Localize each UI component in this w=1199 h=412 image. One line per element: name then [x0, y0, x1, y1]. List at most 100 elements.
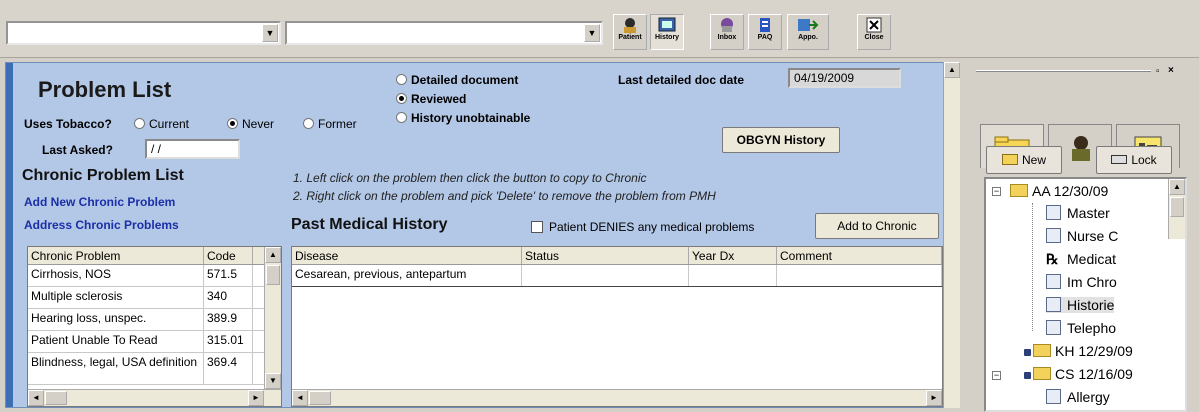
table-row[interactable]: Cirrhosis, NOS 571.5: [28, 265, 281, 287]
appointments-button-label: Appo.: [798, 34, 818, 41]
add-chronic-problem-link[interactable]: Add New Chronic Problem: [24, 195, 175, 209]
column-header-year-dx[interactable]: Year Dx: [689, 247, 777, 264]
scroll-left-icon[interactable]: ◄: [28, 390, 44, 406]
main-vertical-scrollbar[interactable]: ▲: [943, 62, 960, 408]
panel-edge: [6, 63, 13, 407]
comment-cell: [777, 265, 942, 286]
patient-button-label: Patient: [618, 34, 642, 41]
column-header-comment[interactable]: Comment: [777, 247, 942, 264]
past-medical-history-grid: Disease Status Year Dx Comment Cesarean,…: [291, 246, 943, 407]
tree-node-cs[interactable]: CS 12/16/09: [1024, 366, 1133, 382]
chevron-down-icon[interactable]: ▼: [584, 24, 600, 42]
tobacco-current-radio[interactable]: Current: [134, 117, 189, 131]
reviewed-radio[interactable]: Reviewed: [396, 92, 466, 106]
obgyn-history-button[interactable]: OBGYN History: [722, 127, 840, 153]
radio-icon: [303, 118, 314, 129]
detailed-document-label: Detailed document: [411, 73, 519, 87]
scroll-right-icon[interactable]: ►: [248, 390, 264, 406]
last-asked-field[interactable]: / /: [145, 139, 240, 159]
address-chronic-problems-link[interactable]: Address Chronic Problems: [24, 218, 179, 232]
radio-icon: [396, 112, 407, 123]
pmh-horizontal-scrollbar[interactable]: ◄ ►: [292, 389, 942, 406]
tree-node-medications[interactable]: ℞ Medicat: [1046, 251, 1116, 268]
table-row[interactable]: Hearing loss, unspec. 389.9: [28, 309, 281, 331]
code-cell: 571.5: [204, 265, 253, 286]
tree-node-master[interactable]: Master: [1046, 205, 1110, 221]
reviewed-label: Reviewed: [411, 92, 467, 106]
tree-node-aa[interactable]: AA 12/30/09: [1010, 183, 1108, 199]
toolbar: ▼ ▼ Patient History Inbox PAQ Appo. Clos…: [0, 0, 1199, 58]
scroll-thumb[interactable]: [266, 265, 280, 285]
table-row[interactable]: Blindness, legal, USA definition 369.4: [28, 353, 281, 385]
restore-icon[interactable]: ▫: [1156, 66, 1160, 77]
close-button[interactable]: Close: [857, 14, 891, 50]
chronic-horizontal-scrollbar[interactable]: ◄ ►: [28, 389, 281, 406]
patient-button[interactable]: Patient: [613, 14, 647, 50]
denies-checkbox[interactable]: Patient DENIES any medical problems: [531, 220, 754, 234]
scroll-left-icon[interactable]: ◄: [292, 390, 308, 406]
checkbox-icon: [531, 221, 543, 233]
column-header-chronic-problem[interactable]: Chronic Problem: [28, 247, 204, 264]
tobacco-never-radio[interactable]: Never: [227, 117, 274, 131]
tree-node-kh[interactable]: KH 12/29/09: [1024, 343, 1133, 359]
folder-icon: [1010, 184, 1028, 197]
scroll-thumb[interactable]: [1170, 197, 1184, 217]
table-row[interactable]: Multiple sclerosis 340: [28, 287, 281, 309]
table-row[interactable]: Cesarean, previous, antepartum: [292, 265, 942, 287]
patient-combo[interactable]: ▼: [6, 21, 281, 45]
table-row[interactable]: Patient Unable To Read 315.01: [28, 331, 281, 353]
document-icon: [1046, 320, 1061, 335]
paq-button[interactable]: PAQ: [748, 14, 782, 50]
history-unobtainable-radio[interactable]: History unobtainable: [396, 111, 530, 125]
add-to-chronic-button[interactable]: Add to Chronic: [815, 213, 939, 239]
person-icon: [1072, 136, 1090, 161]
tree-node-allergy[interactable]: Allergy: [1046, 389, 1110, 405]
tobacco-current-label: Current: [149, 117, 190, 131]
chronic-vertical-scrollbar[interactable]: ▲ ▼: [264, 247, 281, 389]
folder-icon: [1033, 367, 1051, 380]
folder-icon: [1033, 344, 1051, 357]
tree-node-telephone[interactable]: Telepho: [1046, 320, 1116, 336]
inbox-button[interactable]: Inbox: [710, 14, 744, 50]
scroll-down-icon[interactable]: ▼: [265, 373, 281, 389]
column-header-disease[interactable]: Disease: [292, 247, 522, 264]
code-cell: 369.4: [204, 353, 253, 384]
collapse-icon[interactable]: −: [992, 187, 1001, 196]
last-doc-date-label: Last detailed doc date: [618, 73, 745, 87]
scroll-thumb[interactable]: [309, 391, 331, 405]
tree-node-label: Nurse C: [1067, 228, 1119, 244]
collapse-icon[interactable]: −: [992, 371, 1001, 380]
tree-node-im-chronic[interactable]: Im Chro: [1046, 274, 1117, 290]
appointments-button[interactable]: Appo.: [787, 14, 829, 50]
tree-node-label: Historie: [1067, 297, 1115, 313]
scroll-up-icon[interactable]: ▲: [1169, 179, 1185, 195]
close-button-label: Close: [864, 34, 884, 41]
chevron-down-icon[interactable]: ▼: [262, 24, 278, 42]
radio-selected-icon: [396, 93, 407, 104]
lock-icon: [1024, 349, 1031, 356]
new-button[interactable]: New: [986, 146, 1062, 174]
status-cell: [522, 265, 689, 286]
tree-node-histories[interactable]: Historie: [1046, 297, 1115, 313]
encounter-combo[interactable]: ▼: [285, 21, 603, 45]
lock-button[interactable]: Lock: [1096, 146, 1172, 174]
inbox-icon: [721, 18, 733, 32]
detailed-document-radio[interactable]: Detailed document: [396, 73, 518, 87]
tree-node-nurse[interactable]: Nurse C: [1046, 228, 1118, 244]
column-header-code[interactable]: Code: [204, 247, 253, 264]
history-button[interactable]: History: [650, 14, 684, 50]
instruction-1: 1. Left click on the problem then click …: [293, 171, 647, 185]
tree-vertical-scrollbar[interactable]: ▲: [1168, 179, 1185, 239]
scroll-right-icon[interactable]: ►: [926, 390, 942, 406]
scroll-up-icon[interactable]: ▲: [265, 247, 281, 263]
tree-node-label: Im Chro: [1067, 274, 1117, 290]
close-icon[interactable]: ×: [1168, 65, 1174, 76]
tobacco-former-radio[interactable]: Former: [303, 117, 357, 131]
tree-node-label: CS 12/16/09: [1055, 366, 1133, 382]
scroll-thumb[interactable]: [45, 391, 67, 405]
history-icon: [658, 17, 676, 32]
scroll-up-icon[interactable]: ▲: [944, 62, 960, 78]
column-header-status[interactable]: Status: [522, 247, 689, 264]
lock-button-label: Lock: [1131, 153, 1157, 167]
tree-node-label: Allergy: [1067, 389, 1110, 405]
